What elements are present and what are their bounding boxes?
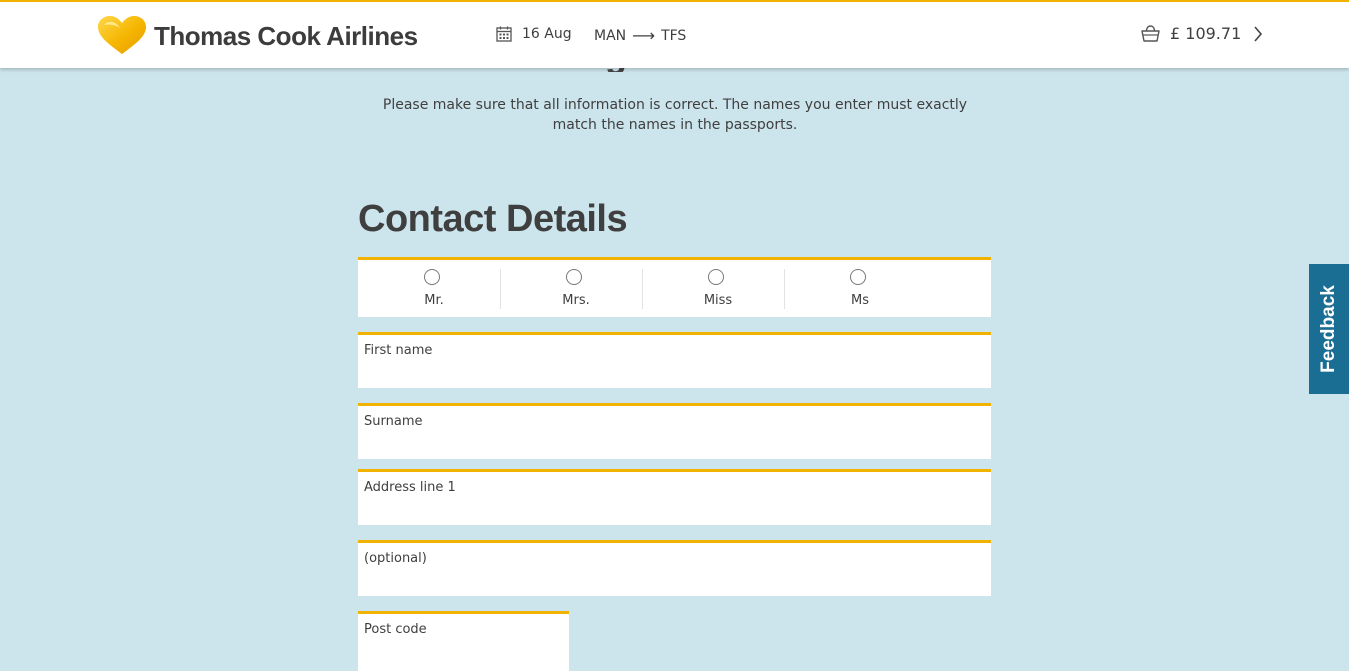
radio-label-mr: Mr.	[424, 293, 444, 308]
first-name-field[interactable]: First name	[358, 332, 991, 388]
first-name-input[interactable]	[364, 364, 985, 384]
brand-logo[interactable]: Thomas Cook Airlines	[96, 16, 418, 56]
trip-date-text: 16 Aug	[522, 26, 572, 42]
surname-field[interactable]: Surname	[358, 403, 991, 459]
arrow-right-icon: ⟶	[632, 26, 656, 45]
chevron-right-icon	[1254, 25, 1263, 42]
brand-name: Thomas Cook Airlines	[154, 20, 418, 51]
surname-label: Surname	[364, 414, 423, 429]
feedback-label: Feedback	[1318, 285, 1339, 373]
address-line1-label: Address line 1	[364, 480, 456, 495]
trip-date: 16 Aug	[496, 26, 572, 42]
feedback-tab[interactable]: Feedback	[1309, 264, 1349, 394]
postcode-field[interactable]: Post code	[358, 611, 569, 671]
radio-miss[interactable]	[708, 269, 724, 285]
address-line2-label: (optional)	[364, 551, 427, 566]
title-option-mr[interactable]: Mr.	[358, 260, 500, 317]
title-radio-group: Mr. Mrs. Miss Ms	[358, 257, 991, 317]
radio-label-mrs: Mrs.	[562, 293, 590, 308]
site-header: Thomas Cook Airlines 16 Aug MAN ⟶ TFS £ …	[0, 0, 1349, 68]
postcode-input[interactable]	[364, 647, 563, 667]
address-line2-field[interactable]: (optional)	[358, 540, 991, 596]
route-origin: MAN	[594, 27, 627, 44]
title-option-miss[interactable]: Miss	[642, 260, 784, 317]
surname-input[interactable]	[364, 435, 985, 455]
calendar-icon	[496, 26, 512, 42]
basket-total: £ 109.71	[1170, 24, 1242, 43]
basket-icon	[1141, 25, 1160, 42]
title-option-mrs[interactable]: Mrs.	[500, 260, 642, 317]
first-name-label: First name	[364, 343, 433, 358]
radio-ms[interactable]	[850, 269, 866, 285]
trip-route: MAN ⟶ TFS	[594, 26, 686, 45]
radio-label-miss: Miss	[703, 293, 733, 308]
address-line1-field[interactable]: Address line 1	[358, 469, 991, 525]
title-option-ms[interactable]: Ms	[784, 260, 926, 317]
radio-mr[interactable]	[424, 269, 440, 285]
basket-summary-button[interactable]: £ 109.71	[1141, 24, 1263, 43]
radio-label-ms: Ms	[851, 293, 869, 308]
address-line1-input[interactable]	[364, 501, 985, 521]
postcode-label: Post code	[364, 622, 427, 637]
heart-logo-icon	[98, 16, 146, 54]
intro-text: Please make sure that all information is…	[382, 97, 968, 133]
route-destination: TFS	[661, 27, 687, 44]
radio-mrs[interactable]	[566, 269, 582, 285]
section-title: Contact Details	[358, 198, 628, 240]
address-line2-input[interactable]	[364, 572, 985, 592]
